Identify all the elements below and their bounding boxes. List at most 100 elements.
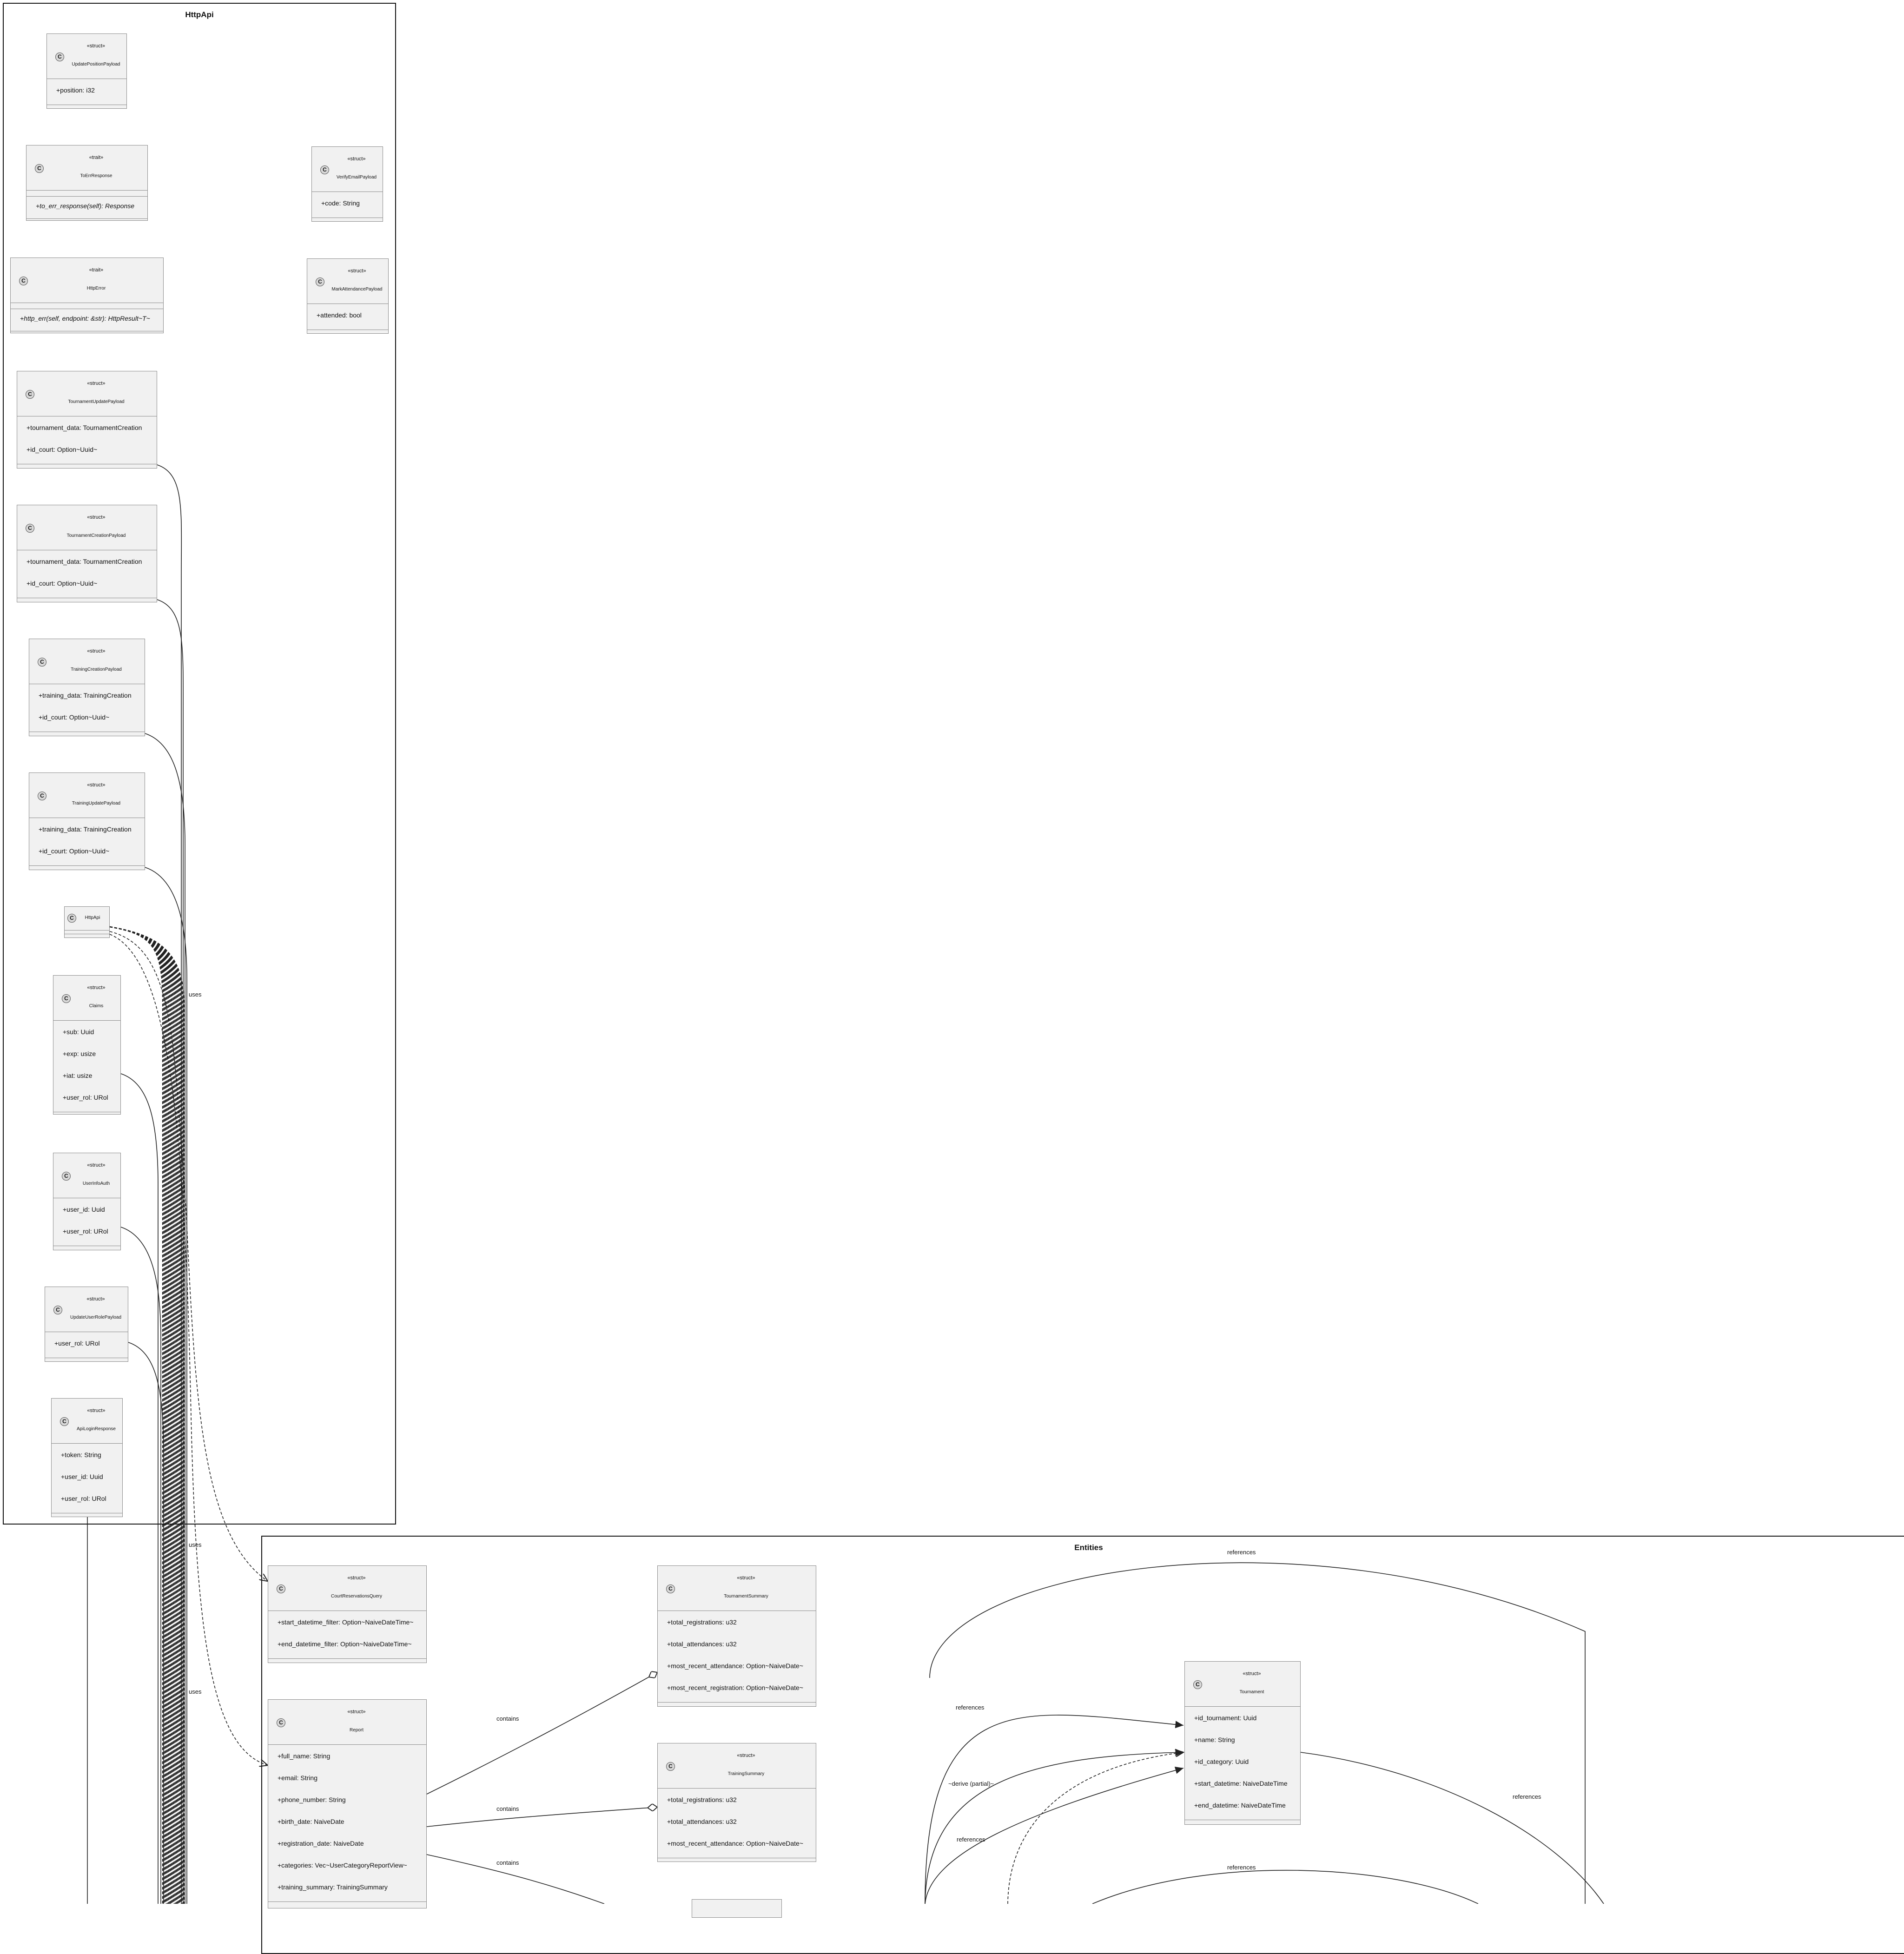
edge-label-contains: contains <box>496 1715 519 1722</box>
class-header: C «struct» ApiLoginResponse <box>52 1399 122 1444</box>
class-field: +id_tournament: Uuid <box>1194 1714 1257 1722</box>
class-methods-divider <box>53 1246 120 1250</box>
class-stereotype: «trait» <box>89 267 104 273</box>
class-field: +start_datetime: NaiveDateTime <box>1194 1780 1288 1787</box>
class-field: +user_rol: URol <box>63 1094 108 1101</box>
class-methods-divider <box>268 1658 426 1663</box>
class-field: +most_recent_attendance: Option~NaiveDat… <box>667 1662 804 1670</box>
class-field: +id_court: Option~Uuid~ <box>39 847 110 855</box>
class-partial-bottom[interactable] <box>692 1899 782 1918</box>
class-field: +registration_date: NaiveDate <box>278 1840 364 1847</box>
class-field: +id_court: Option~Uuid~ <box>39 713 110 721</box>
class-api-login-response[interactable]: C «struct» ApiLoginResponse +token: String +… <box>51 1398 123 1517</box>
class-training-update-payload[interactable]: C «struct» TrainingUpdatePayload +training_… <box>29 772 145 870</box>
class-methods-divider <box>17 464 157 468</box>
class-icon: C <box>26 524 34 533</box>
class-update-position-payload[interactable]: C «struct» UpdatePositionPayload +position:… <box>46 33 127 109</box>
class-user-info-auth[interactable]: C «struct» UserInfoAuth +user_id: Uuid +user… <box>53 1153 121 1250</box>
class-mark-attendance-payload[interactable]: C «struct» MarkAttendancePayload +attended:… <box>307 258 389 334</box>
class-name: UserInfoAuth <box>82 1181 110 1186</box>
class-field: +id_court: Option~Uuid~ <box>26 446 98 453</box>
class-stereotype: «struct» <box>87 1162 106 1168</box>
class-stereotype: «struct» <box>87 381 106 386</box>
class-header: C «struct» UserInfoAuth <box>53 1153 120 1198</box>
class-court-reservations-query[interactable]: C «struct» CourtReservationsQuery +start_da… <box>268 1565 427 1663</box>
class-tournament[interactable]: C «struct» Tournament +id_tournament: Uuid +… <box>1184 1661 1301 1825</box>
class-training-summary[interactable]: C «struct» TrainingSummary +total_registrat… <box>657 1743 816 1862</box>
class-name: UpdateUserRolePayload <box>70 1315 122 1320</box>
class-field: +tournament_data: TournamentCreation <box>26 424 142 431</box>
edge-label-references: references <box>1227 1549 1256 1556</box>
class-field: +start_datetime_filter: Option~NaiveDate… <box>278 1618 414 1626</box>
class-field: +most_recent_attendance: Option~NaiveDat… <box>667 1840 804 1847</box>
class-fields: +code: String <box>312 192 383 218</box>
class-name: ToErrResponse <box>80 173 112 178</box>
class-field: +total_attendances: u32 <box>667 1640 737 1648</box>
class-field: +user_rol: URol <box>61 1495 106 1502</box>
class-fields: +start_datetime_filter: Option~NaiveDate… <box>268 1611 426 1658</box>
class-fields: +total_registrations: u32 +total_attendan… <box>658 1611 816 1702</box>
class-field: +total_registrations: u32 <box>667 1618 737 1626</box>
class-http-error[interactable]: C «trait» HttpError +http_err(self, endpoin… <box>10 257 164 333</box>
class-to-err-response[interactable]: C «trait» ToErrResponse +to_err_response(se… <box>26 145 148 221</box>
class-methods-divider <box>307 330 388 333</box>
class-icon: C <box>62 1172 71 1181</box>
class-stereotype: «struct» <box>87 1408 106 1413</box>
class-icon: C <box>60 1417 69 1426</box>
class-field: +end_datetime_filter: Option~NaiveDateTi… <box>278 1640 412 1648</box>
class-header: C «struct» TrainingSummary <box>658 1743 816 1789</box>
class-fields: +tournament_data: TournamentCreation +id_… <box>17 416 157 464</box>
class-methods-divider <box>658 1702 816 1706</box>
edge-label-uses: uses <box>189 1688 202 1695</box>
class-header: C «struct» CourtReservationsQuery <box>268 1566 426 1611</box>
class-fields: +id_tournament: Uuid +name: String +id_cat… <box>1185 1707 1300 1820</box>
edge-label-derive-partial: ~derive (partial)~ <box>948 1780 994 1787</box>
class-stereotype: «struct» <box>87 782 106 788</box>
package-entities: Entities <box>261 1536 1904 1954</box>
package-title: HttpApi <box>185 10 214 19</box>
class-field: +exp: usize <box>63 1050 96 1057</box>
class-name: Tournament <box>1239 1690 1264 1695</box>
class-stereotype: «struct» <box>348 268 366 274</box>
class-methods-divider <box>52 1513 122 1517</box>
class-icon: C <box>67 914 76 923</box>
class-name: UpdatePositionPayload <box>72 62 120 67</box>
class-field: +id_court: Option~Uuid~ <box>26 580 98 587</box>
class-field: +user_id: Uuid <box>63 1206 105 1213</box>
class-field: +total_registrations: u32 <box>667 1796 737 1803</box>
class-claims[interactable]: C «struct» Claims +sub: Uuid +exp: usize +iat… <box>53 975 121 1115</box>
class-training-creation-payload[interactable]: C «struct» TrainingCreationPayload +trainin… <box>29 639 145 736</box>
class-fields: +user_id: Uuid +user_rol: URol <box>53 1198 120 1246</box>
class-tournament-update-payload[interactable]: C «struct» TournamentUpdatePayload +tournam… <box>17 371 157 469</box>
class-field: +end_datetime: NaiveDateTime <box>1194 1802 1286 1809</box>
class-name: TournamentCreationPayload <box>66 533 126 538</box>
class-fields: +total_registrations: u32 +total_attendan… <box>658 1789 816 1858</box>
class-stereotype: «struct» <box>1243 1671 1261 1677</box>
class-stereotype: «struct» <box>87 515 106 520</box>
class-methods-divider <box>658 1858 816 1862</box>
class-methods-divider <box>29 865 145 870</box>
class-stereotype: «struct» <box>347 1709 366 1715</box>
class-header: C «struct» UpdateUserRolePayload <box>45 1287 128 1332</box>
class-name: TrainingCreationPayload <box>71 667 122 672</box>
class-field: +token: String <box>61 1451 101 1459</box>
class-divider <box>65 931 109 934</box>
class-header: C «trait» ToErrResponse <box>26 145 147 191</box>
class-header: C «struct» UpdatePositionPayload <box>47 34 126 79</box>
class-field: +email: String <box>278 1774 317 1782</box>
class-http-api[interactable]: C HttpApi <box>64 906 110 938</box>
class-field: +training_summary: TrainingSummary <box>278 1883 388 1891</box>
class-field: +iat: usize <box>63 1072 93 1079</box>
class-methods-divider <box>45 1358 128 1361</box>
edge-label-references: references <box>956 1704 985 1711</box>
class-header: C «struct» Claims <box>53 976 120 1021</box>
class-tournament-creation-payload[interactable]: C «struct» TournamentCreationPayload +tourn… <box>17 505 157 602</box>
class-field: +categories: Vec~UserCategoryReportView~ <box>278 1862 407 1869</box>
class-update-user-role-payload[interactable]: C «struct» UpdateUserRolePayload +user_rol:… <box>45 1287 128 1362</box>
class-report[interactable]: C «struct» Report +full_name: String +email:… <box>268 1699 427 1908</box>
class-name: TournamentUpdatePayload <box>68 399 125 404</box>
class-icon: C <box>38 658 46 667</box>
class-header: C «struct» Report <box>268 1700 426 1745</box>
class-tournament-summary[interactable]: C «struct» TournamentSummary +total_registr… <box>657 1565 816 1707</box>
class-verify-email-payload[interactable]: C «struct» VerifyEmailPayload +code: String <box>311 146 383 222</box>
